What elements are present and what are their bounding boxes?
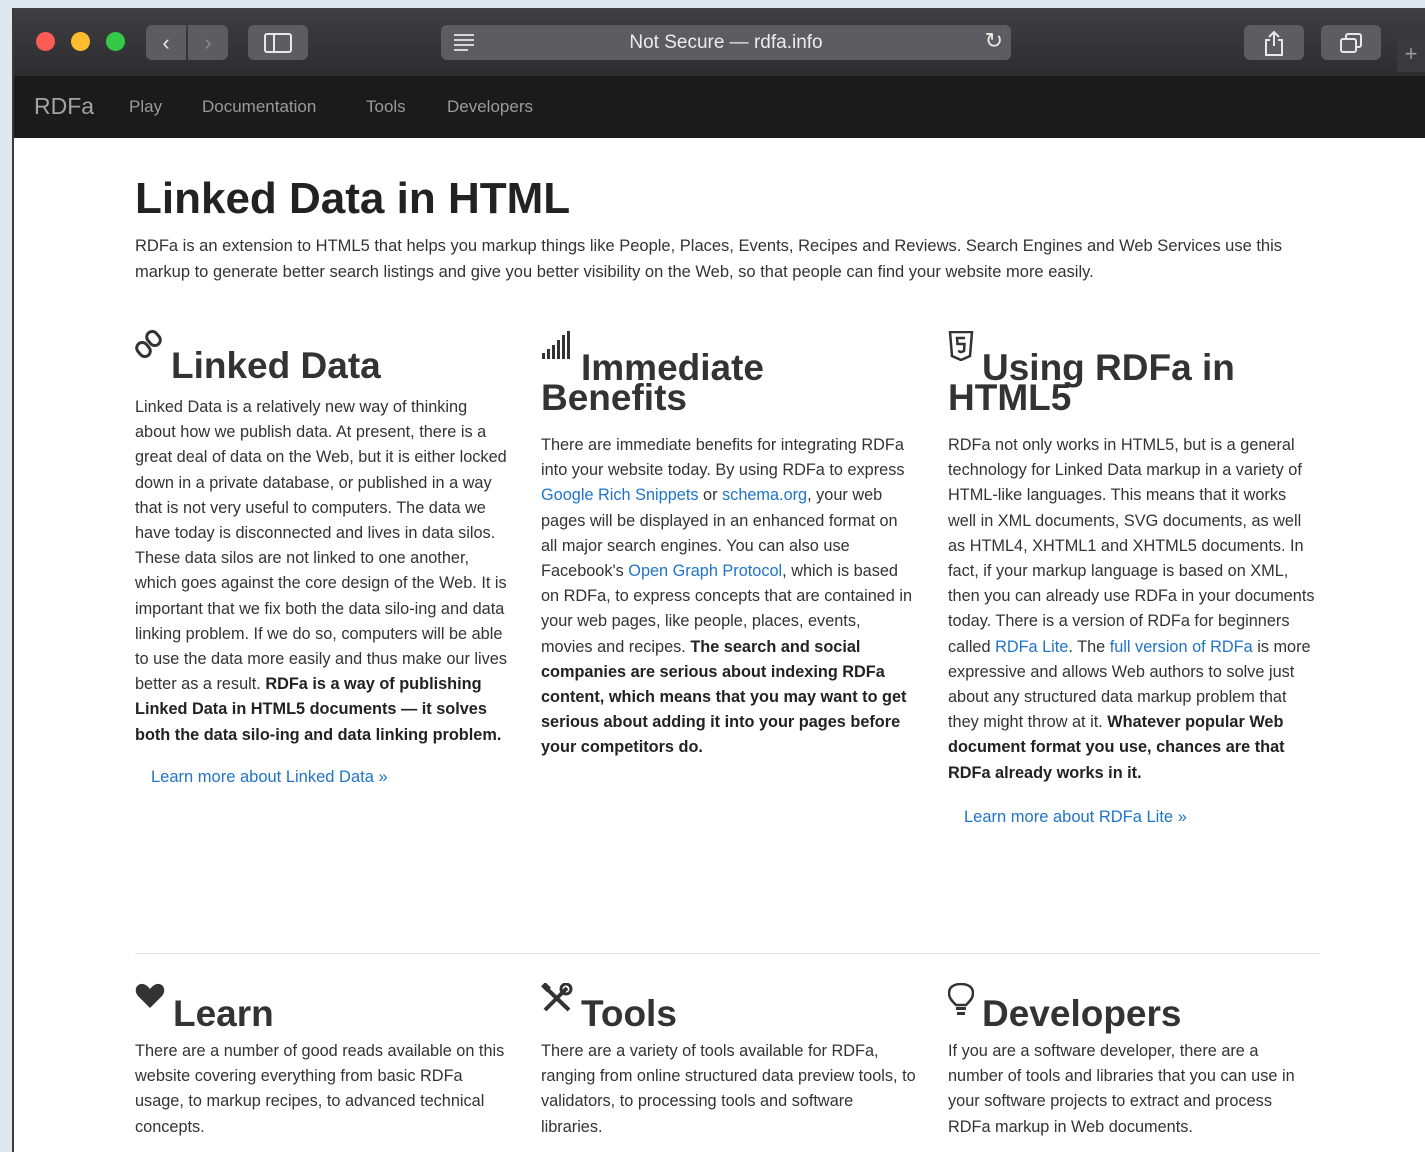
lightbulb-icon	[948, 983, 974, 1015]
section-body: There are a number of good reads availab…	[135, 1042, 505, 1136]
site-navbar: RDFa Play Documentation Tools Developers	[14, 76, 1425, 138]
page-title: Linked Data in HTML	[135, 174, 571, 223]
section-title: Tools	[541, 983, 916, 1034]
section-body: RDFa not only works in HTML5, but is a g…	[948, 436, 1315, 782]
minimize-window-button[interactable]	[71, 32, 90, 51]
section-body: Linked Data is a relatively new way of t…	[135, 398, 507, 744]
full-version-rdfa-link[interactable]: full version of RDFa	[1110, 638, 1253, 656]
section-body: There are immediate benefits for integra…	[541, 436, 913, 757]
new-tab-button[interactable]: +	[1397, 36, 1425, 72]
tabs-overview-icon	[1340, 32, 1362, 53]
section-title-text: Developers	[982, 993, 1182, 1034]
section-divider	[135, 953, 1320, 954]
nav-link-developers[interactable]: Developers	[447, 97, 533, 117]
plus-icon: +	[1404, 41, 1418, 66]
schema-org-link[interactable]: schema.org	[722, 486, 807, 504]
section-title-text: Learn	[173, 993, 274, 1034]
section-title-text: Linked Data	[171, 345, 381, 386]
section-linked-data: Linked Data Linked Data is a relatively …	[135, 329, 510, 787]
address-bar[interactable]: Not Secure — rdfa.info ↻	[441, 25, 1011, 60]
wrench-screwdriver-icon	[541, 983, 573, 1012]
rdfa-lite-link[interactable]: RDFa Lite	[995, 638, 1068, 656]
browser-toolbar: ‹ › Not Secure — rdfa.info ↻ +	[14, 8, 1425, 76]
nav-link-documentation[interactable]: Documentation	[202, 97, 316, 117]
google-rich-snippets-link[interactable]: Google Rich Snippets	[541, 486, 698, 504]
sidebar-icon	[264, 32, 292, 53]
share-button[interactable]	[1244, 25, 1304, 60]
section-title-line1: Immediate	[581, 347, 765, 388]
chevron-left-icon: ‹	[162, 29, 170, 55]
section-title: Linked Data	[135, 329, 510, 386]
site-brand[interactable]: RDFa	[34, 93, 94, 120]
learn-more-rdfa-lite-link[interactable]: Learn more about RDFa Lite »	[964, 808, 1318, 827]
section-immediate-benefits: Immediate Benefits There are immediate b…	[541, 331, 916, 761]
section-learn: Learn There are a number of good reads a…	[135, 983, 510, 1140]
nav-link-play[interactable]: Play	[129, 97, 162, 117]
browser-window: ‹ › Not Secure — rdfa.info ↻ + RDFa Play…	[14, 8, 1425, 1152]
section-body: There are a variety of tools available f…	[541, 1042, 916, 1136]
reload-icon[interactable]: ↻	[985, 28, 1003, 54]
section-title-text: Tools	[581, 993, 677, 1034]
section-title: Immediate Benefits	[541, 331, 916, 419]
link-icon	[135, 329, 162, 359]
forward-button[interactable]: ›	[188, 25, 228, 60]
signal-bars-icon	[542, 331, 570, 359]
nav-link-tools[interactable]: Tools	[366, 97, 406, 117]
share-icon	[1265, 30, 1283, 56]
section-body: If you are a software developer, there a…	[948, 1042, 1295, 1136]
chevron-right-icon: ›	[204, 29, 212, 55]
intro-text: RDFa is an extension to HTML5 that helps…	[135, 237, 1283, 281]
sidebar-toggle-button[interactable]	[248, 25, 308, 60]
zoom-window-button[interactable]	[106, 32, 125, 51]
show-tabs-button[interactable]	[1321, 25, 1381, 60]
section-developers: Developers If you are a software develop…	[948, 983, 1318, 1140]
section-tools: Tools There are a variety of tools avail…	[541, 983, 916, 1140]
open-graph-protocol-link[interactable]: Open Graph Protocol	[628, 562, 782, 580]
section-title: Using RDFa in HTML5	[948, 331, 1318, 419]
heart-icon	[135, 983, 165, 1008]
learn-more-linked-data-link[interactable]: Learn more about Linked Data »	[151, 768, 510, 787]
section-title-line1: Using RDFa in	[982, 347, 1235, 388]
html5-shield-icon	[948, 331, 974, 361]
section-title: Developers	[948, 983, 1318, 1034]
url-text: Not Secure — rdfa.info	[629, 32, 823, 53]
section-title: Learn	[135, 983, 510, 1034]
back-button[interactable]: ‹	[146, 25, 186, 60]
section-rdfa-html5: Using RDFa in HTML5 RDFa not only works …	[948, 331, 1318, 827]
close-window-button[interactable]	[36, 32, 55, 51]
